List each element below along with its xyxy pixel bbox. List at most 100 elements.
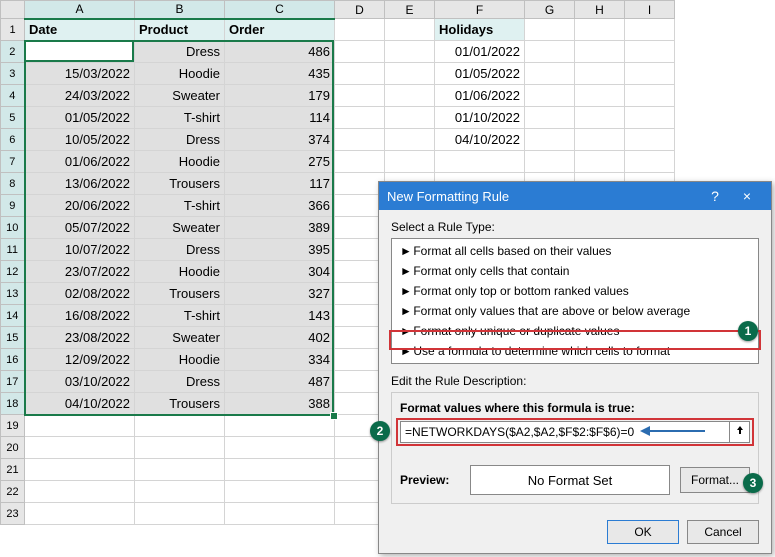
cell-C10[interactable]: 389 [225, 217, 335, 239]
cell-F4[interactable]: 01/06/2022 [435, 85, 525, 107]
cell-D11[interactable] [335, 239, 385, 261]
cell-D5[interactable] [335, 107, 385, 129]
cell-D6[interactable] [335, 129, 385, 151]
cell-H1[interactable] [575, 19, 625, 41]
cell-C6[interactable]: 374 [225, 129, 335, 151]
cell-F1[interactable]: Holidays [435, 19, 525, 41]
close-button[interactable]: × [731, 188, 763, 204]
row-header-23[interactable]: 23 [1, 503, 25, 525]
row-header-11[interactable]: 11 [1, 239, 25, 261]
select-all-corner[interactable] [1, 1, 25, 19]
cell-B10[interactable]: Sweater [135, 217, 225, 239]
row-header-21[interactable]: 21 [1, 459, 25, 481]
cell-C2[interactable]: 486 [225, 41, 335, 63]
row-header-16[interactable]: 16 [1, 349, 25, 371]
row-header-7[interactable]: 7 [1, 151, 25, 173]
cell-A6[interactable]: 10/05/2022 [25, 129, 135, 151]
cell-A2[interactable]: 01/01/2022 [25, 41, 135, 63]
cell-C12[interactable]: 304 [225, 261, 335, 283]
cell-C14[interactable]: 143 [225, 305, 335, 327]
cell-C13[interactable]: 327 [225, 283, 335, 305]
cell-A10[interactable]: 05/07/2022 [25, 217, 135, 239]
col-header-H[interactable]: H [575, 1, 625, 19]
cell-D18[interactable] [335, 393, 385, 415]
row-header-4[interactable]: 4 [1, 85, 25, 107]
cell-C11[interactable]: 395 [225, 239, 335, 261]
cell-A19[interactable] [25, 415, 135, 437]
col-header-D[interactable]: D [335, 1, 385, 19]
row-header-2[interactable]: 2 [1, 41, 25, 63]
cell-A8[interactable]: 13/06/2022 [25, 173, 135, 195]
cell-A4[interactable]: 24/03/2022 [25, 85, 135, 107]
cell-D10[interactable] [335, 217, 385, 239]
cell-D17[interactable] [335, 371, 385, 393]
cell-F3[interactable]: 01/05/2022 [435, 63, 525, 85]
row-header-9[interactable]: 9 [1, 195, 25, 217]
cell-B2[interactable]: Dress [135, 41, 225, 63]
cell-G6[interactable] [525, 129, 575, 151]
cell-D21[interactable] [335, 459, 385, 481]
cell-G3[interactable] [525, 63, 575, 85]
cell-F5[interactable]: 01/10/2022 [435, 107, 525, 129]
cell-C19[interactable] [225, 415, 335, 437]
rule-type-option[interactable]: ► Format only unique or duplicate values [392, 321, 758, 341]
cell-G7[interactable] [525, 151, 575, 173]
cell-B20[interactable] [135, 437, 225, 459]
cell-A11[interactable]: 10/07/2022 [25, 239, 135, 261]
cell-D14[interactable] [335, 305, 385, 327]
cell-I5[interactable] [625, 107, 675, 129]
cell-B16[interactable]: Hoodie [135, 349, 225, 371]
cell-I1[interactable] [625, 19, 675, 41]
cell-H5[interactable] [575, 107, 625, 129]
cell-B17[interactable]: Dress [135, 371, 225, 393]
cell-D15[interactable] [335, 327, 385, 349]
range-selector-button[interactable] [730, 421, 750, 443]
row-header-5[interactable]: 5 [1, 107, 25, 129]
formula-input[interactable] [400, 421, 730, 443]
cell-B12[interactable]: Hoodie [135, 261, 225, 283]
row-header-18[interactable]: 18 [1, 393, 25, 415]
cell-A5[interactable]: 01/05/2022 [25, 107, 135, 129]
cell-D12[interactable] [335, 261, 385, 283]
cell-A20[interactable] [25, 437, 135, 459]
cell-E4[interactable] [385, 85, 435, 107]
col-header-A[interactable]: A [25, 1, 135, 19]
cell-A21[interactable] [25, 459, 135, 481]
col-header-B[interactable]: B [135, 1, 225, 19]
cell-C18[interactable]: 388 [225, 393, 335, 415]
cell-B18[interactable]: Trousers [135, 393, 225, 415]
cell-A13[interactable]: 02/08/2022 [25, 283, 135, 305]
col-header-C[interactable]: C [225, 1, 335, 19]
cell-C9[interactable]: 366 [225, 195, 335, 217]
cell-B21[interactable] [135, 459, 225, 481]
cell-D9[interactable] [335, 195, 385, 217]
row-header-13[interactable]: 13 [1, 283, 25, 305]
cell-H4[interactable] [575, 85, 625, 107]
rule-type-option[interactable]: ► Format only cells that contain [392, 261, 758, 281]
cell-E2[interactable] [385, 41, 435, 63]
cell-B22[interactable] [135, 481, 225, 503]
cell-G1[interactable] [525, 19, 575, 41]
cancel-button[interactable]: Cancel [687, 520, 759, 544]
cell-C15[interactable]: 402 [225, 327, 335, 349]
cell-D22[interactable] [335, 481, 385, 503]
cell-F7[interactable] [435, 151, 525, 173]
cell-C3[interactable]: 435 [225, 63, 335, 85]
row-header-1[interactable]: 1 [1, 19, 25, 41]
cell-B6[interactable]: Dress [135, 129, 225, 151]
cell-B8[interactable]: Trousers [135, 173, 225, 195]
cell-D4[interactable] [335, 85, 385, 107]
cell-C8[interactable]: 117 [225, 173, 335, 195]
cell-A9[interactable]: 20/06/2022 [25, 195, 135, 217]
cell-A16[interactable]: 12/09/2022 [25, 349, 135, 371]
cell-D23[interactable] [335, 503, 385, 525]
cell-D8[interactable] [335, 173, 385, 195]
rule-type-list[interactable]: ► Format all cells based on their values… [391, 238, 759, 364]
cell-D3[interactable] [335, 63, 385, 85]
cell-C17[interactable]: 487 [225, 371, 335, 393]
cell-E6[interactable] [385, 129, 435, 151]
cell-I2[interactable] [625, 41, 675, 63]
format-button[interactable]: Format... [680, 467, 750, 493]
cell-I4[interactable] [625, 85, 675, 107]
row-header-14[interactable]: 14 [1, 305, 25, 327]
